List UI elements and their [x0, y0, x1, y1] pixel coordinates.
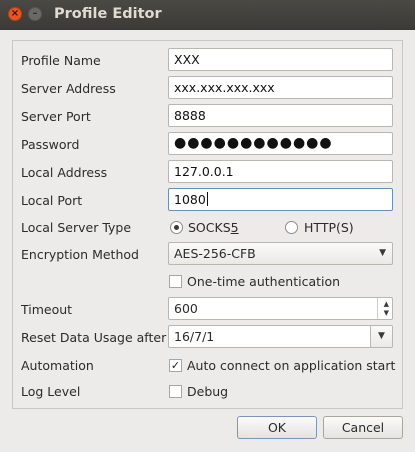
- debug-checkbox[interactable]: [169, 385, 182, 398]
- encryption-method-select[interactable]: AES-256-CFB ▼: [168, 242, 393, 265]
- https-radio-label[interactable]: HTTP(S): [304, 220, 354, 235]
- timeout-spinbox[interactable]: 600 ▲ ▼: [168, 297, 393, 320]
- window-title: Profile Editor: [54, 6, 162, 22]
- close-window-button[interactable]: ×: [8, 7, 22, 21]
- minimize-window-button[interactable]: –: [28, 7, 42, 21]
- https-radio[interactable]: [285, 221, 298, 234]
- profile-editor-window: × – Profile Editor Profile Name XXX Serv…: [0, 0, 415, 452]
- date-dropdown-button[interactable]: ▼: [370, 326, 392, 347]
- close-icon: ×: [10, 8, 20, 19]
- profile-name-label: Profile Name: [21, 53, 101, 68]
- title-bar: × – Profile Editor: [0, 0, 415, 30]
- checkmark-icon: ✓: [170, 359, 181, 372]
- socks5-label-mnemonic: 5: [230, 220, 239, 235]
- socks5-label-prefix: SOCKS: [188, 220, 231, 235]
- ok-button[interactable]: OK: [237, 416, 317, 439]
- reset-data-usage-date-field[interactable]: 16/7/1 ▼: [168, 325, 393, 348]
- auto-connect-checkbox[interactable]: ✓: [169, 359, 182, 372]
- timeout-label: Timeout: [21, 302, 73, 317]
- socks5-radio-label[interactable]: SOCKS5: [188, 220, 239, 235]
- local-port-value: 1080: [174, 192, 206, 207]
- chevron-down-icon[interactable]: ▼: [384, 310, 389, 317]
- profile-name-input[interactable]: XXX: [168, 48, 393, 71]
- minimize-icon: –: [32, 8, 38, 19]
- server-port-input[interactable]: 8888: [168, 104, 393, 127]
- chevron-up-icon[interactable]: ▲: [384, 301, 389, 308]
- password-label: Password: [21, 137, 80, 152]
- auto-connect-label[interactable]: Auto connect on application start: [187, 358, 395, 373]
- one-time-auth-label[interactable]: One-time authentication: [187, 274, 340, 289]
- log-level-label: Log Level: [21, 384, 81, 399]
- local-server-type-label: Local Server Type: [21, 220, 132, 235]
- cancel-button[interactable]: Cancel: [323, 416, 403, 439]
- chevron-down-icon: ▼: [379, 248, 386, 258]
- timeout-value: 600: [174, 301, 198, 316]
- server-port-label: Server Port: [21, 109, 91, 124]
- reset-data-usage-label: Reset Data Usage after: [21, 330, 167, 345]
- socks5-radio[interactable]: [170, 221, 183, 234]
- timeout-stepper[interactable]: ▲ ▼: [377, 298, 392, 319]
- debug-label[interactable]: Debug: [187, 384, 228, 399]
- encryption-method-value: AES-256-CFB: [174, 246, 256, 261]
- server-address-label: Server Address: [21, 81, 116, 96]
- local-address-label: Local Address: [21, 165, 108, 180]
- server-address-input[interactable]: xxx.xxx.xxx.xxx: [168, 76, 393, 99]
- one-time-auth-checkbox[interactable]: [169, 275, 182, 288]
- text-caret: [206, 192, 208, 206]
- reset-data-usage-value: 16/7/1: [174, 329, 215, 344]
- encryption-method-label: Encryption Method: [21, 247, 139, 262]
- local-port-label: Local Port: [21, 193, 83, 208]
- automation-label: Automation: [21, 358, 94, 373]
- password-input[interactable]: ●●●●●●●●●●●●: [168, 132, 393, 155]
- chevron-down-icon: ▼: [378, 331, 385, 341]
- local-address-input[interactable]: 127.0.0.1: [168, 160, 393, 183]
- local-port-input[interactable]: 1080: [168, 188, 393, 211]
